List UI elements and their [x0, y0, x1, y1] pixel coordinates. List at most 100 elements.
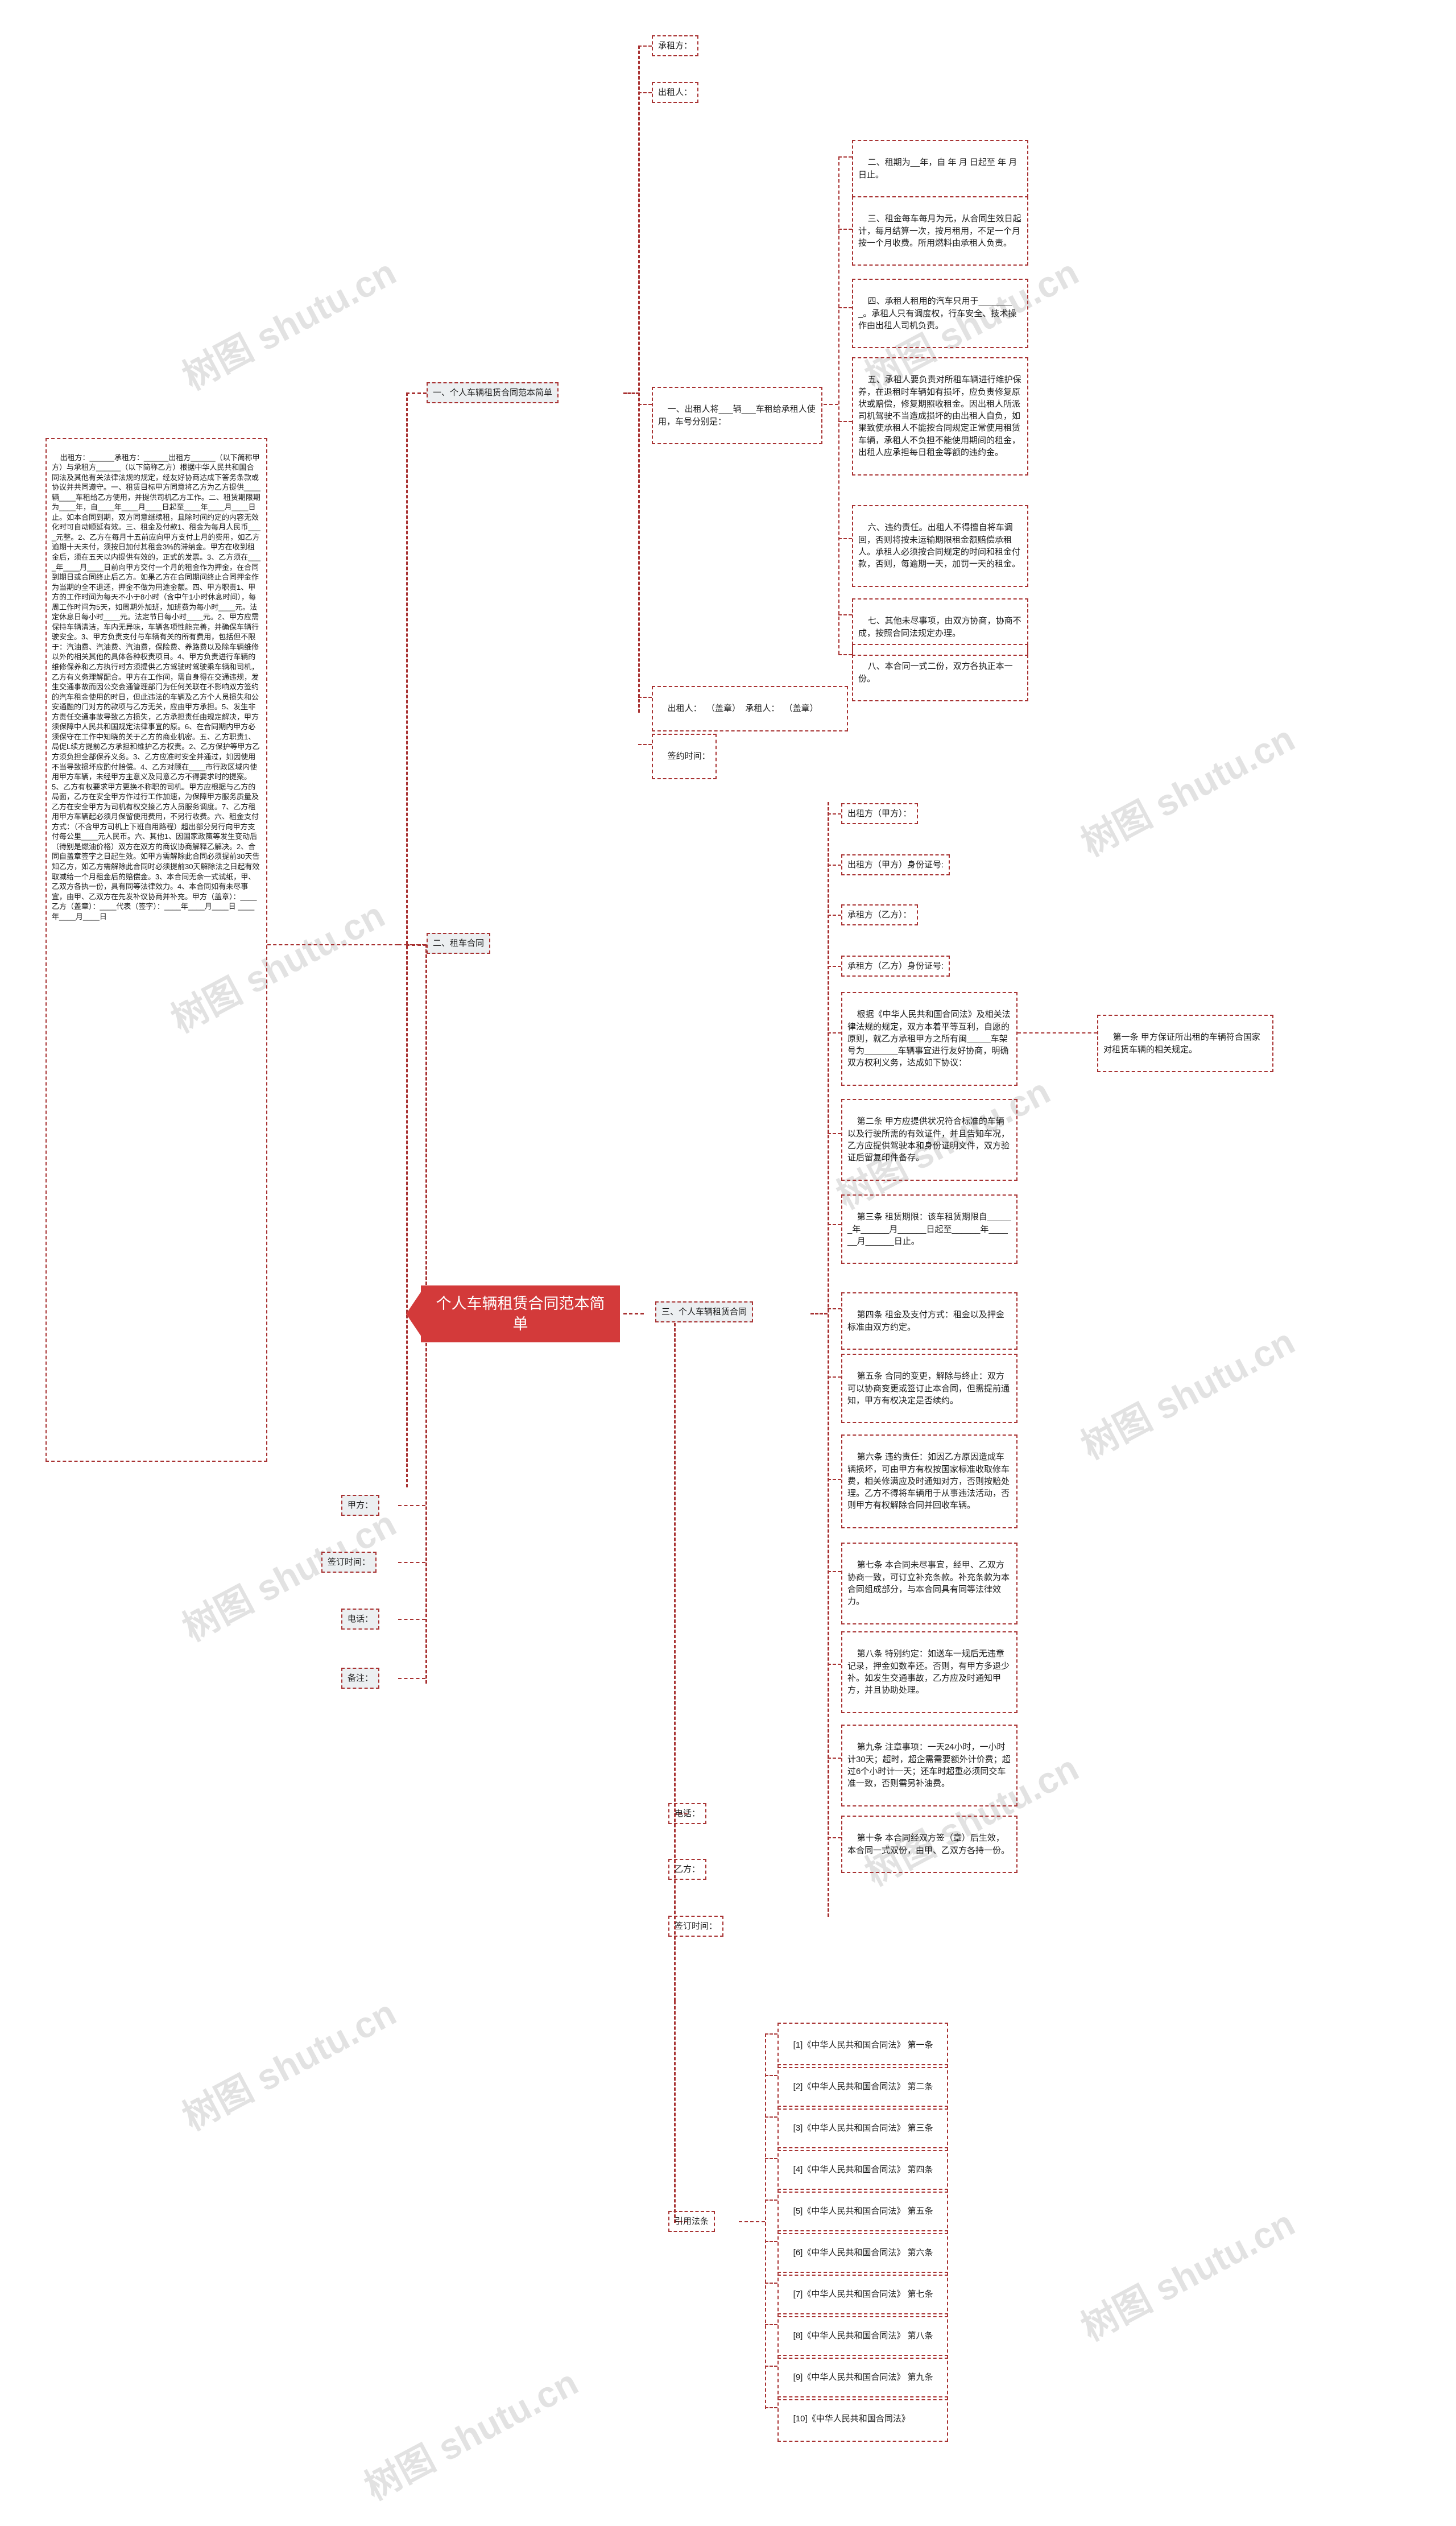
reference-item-1[interactable]: [2]《中华人民共和国合同法》 第二条 — [777, 2064, 948, 2110]
branch3-party-1[interactable]: 出租方（甲方）身份证号: — [841, 854, 950, 876]
branch1-child-0[interactable]: 一、出租人将___辆___车租给承租人使用，车号分别是： — [652, 387, 822, 445]
branch3-footer-0[interactable]: 电话： — [668, 1803, 707, 1825]
watermark: 树图 shutu.cn — [1074, 2202, 1301, 2349]
reference-item-9[interactable]: [10]《中华人民共和国合同法》 — [777, 2396, 948, 2442]
branch3-party-2[interactable]: 承租方（乙方）： — [841, 904, 918, 926]
branch1-lessor-node[interactable]: 出租人： — [652, 82, 699, 104]
branch2-node[interactable]: 二、租车合同 — [427, 933, 491, 954]
branch3-clause-7[interactable]: 第八条 特别约定：如送车一规后无违章记录，押金如数奉还。否则，有甲方多退少补。如… — [841, 1631, 1017, 1713]
branch1-right-item-5-label: 七、其他未尽事项，由双方协商，协商不成，按照合同法规定办理。 — [858, 616, 1021, 638]
branch2-body-node[interactable]: 出租方：______承租方：______出租方______（以下简称甲方）与承租… — [46, 438, 267, 1462]
branch1-right-item-0[interactable]: 二、租期为__年，自 年 月 日起至 年 月 日止。 — [852, 140, 1028, 198]
branch1-right-stub — [824, 404, 838, 405]
connector-b1r3 — [838, 421, 852, 422]
reference-item-8[interactable]: [9]《中华人民共和国合同法》 第九条 — [777, 2355, 948, 2400]
references-label: 引用法条 — [675, 2217, 709, 2226]
watermark: 树图 shutu.cn — [1074, 1320, 1301, 1467]
branch3-clause-6-label: 第七条 本合同未尽事宜，经甲、乙双方协商一致，可订立补充条款。补充条款为本合同组… — [847, 1560, 1010, 1607]
branch1-label: 一、个人车辆租赁合同范本简单 — [433, 388, 553, 398]
branch2-footer-1-label: 签订时间： — [328, 1557, 371, 1567]
branch3-clause-8-label: 第九条 注章事项：一天24小时，一小时计30天；超时，超企需需要额外计价费；超过… — [847, 1742, 1011, 1789]
branch3-clause-1[interactable]: 第二条 甲方应提供状况符合标准的车辆以及行驶所需的有效证件，并且告知车况，乙方应… — [841, 1099, 1017, 1181]
reference-item-3-label: [4]《中华人民共和国合同法》 第四条 — [793, 2165, 933, 2175]
reference-item-5-label: [6]《中华人民共和国合同法》 第六条 — [793, 2248, 933, 2258]
branch1-right-item-4[interactable]: 六、违约责任。出租人不得擅自将车调回，否则将按未运输期限租金额赔偿承租人。承租人… — [852, 505, 1028, 587]
connector-b1r2 — [838, 307, 852, 308]
reference-item-5[interactable]: [6]《中华人民共和国合同法》 第六条 — [777, 2230, 948, 2276]
branch3-party-3[interactable]: 承租方（乙方）身份证号: — [841, 956, 950, 977]
references-spine-stub — [739, 2221, 765, 2222]
reference-item-8-label: [9]《中华人民共和国合同法》 第九条 — [793, 2372, 933, 2383]
mindmap-canvas: 树图 shutu.cn 树图 shutu.cn 树图 shutu.cn 树图 s… — [0, 0, 1456, 2526]
branch3-footer-0-label: 电话： — [675, 1809, 701, 1818]
connector-b3p2 — [828, 915, 841, 916]
reference-item-7[interactable]: [8]《中华人民共和国合同法》 第八条 — [777, 2313, 948, 2359]
reference-item-1-label: [2]《中华人民共和国合同法》 第二条 — [793, 2082, 933, 2092]
branch3-clause-9[interactable]: 第十条 本合同经双方签（章）后生效，本合同一式双份，由甲、乙双方各持一份。 — [841, 1816, 1017, 1874]
references-node[interactable]: 引用法条 — [668, 2211, 715, 2233]
branch2-footer-0[interactable]: 甲方： — [341, 1495, 380, 1516]
connector-b3p0 — [828, 813, 841, 815]
branch3-clause-7-label: 第八条 特别约定：如送车一规后无违章记录，押金如数奉还。否则，有甲方多退少补。如… — [847, 1649, 1010, 1696]
reference-item-3[interactable]: [4]《中华人民共和国合同法》 第四条 — [777, 2147, 948, 2193]
connector-b3c0 — [828, 1032, 841, 1033]
reference-item-4[interactable]: [5]《中华人民共和国合同法》 第五条 — [777, 2189, 948, 2234]
branch3-footer-1-label: 乙方： — [675, 1864, 701, 1874]
reference-item-6[interactable]: [7]《中华人民共和国合同法》 第七条 — [777, 2272, 948, 2317]
branch3-node[interactable]: 三、个人车辆租赁合同 — [655, 1301, 754, 1323]
branch3-clause-3[interactable]: 第四条 租金及支付方式：租金以及押金标准由双方约定。 — [841, 1292, 1017, 1350]
branch3-footer-2[interactable]: 签订时间： — [668, 1916, 724, 1937]
branch3-article-one[interactable]: 第一条 甲方保证所出租的车辆符合国家对租赁车辆的相关规定。 — [1097, 1015, 1273, 1073]
branch3-clause-1-label: 第二条 甲方应提供状况符合标准的车辆以及行驶所需的有效证件，并且告知车况，乙方应… — [847, 1117, 1010, 1163]
references-spine — [765, 2033, 766, 2409]
branch1-tenant-label: 承租方： — [658, 41, 693, 51]
branch1-tenant-node[interactable]: 承租方： — [652, 35, 699, 57]
connector-ref2 — [765, 2116, 777, 2118]
branch1-child-2[interactable]: 签约时间： — [652, 734, 717, 779]
reference-item-0[interactable]: [1]《中华人民共和国合同法》 第一条 — [777, 2023, 948, 2068]
branch3-clause-0[interactable]: 根据《中华人民共和国合同法》及相关法律法规的规定，双方本着平等互利，自愿的原则，… — [841, 992, 1017, 1086]
watermark: 树图 shutu.cn — [176, 251, 403, 398]
connector-b1c0 — [638, 404, 652, 405]
branch1-node[interactable]: 一、个人车辆租赁合同范本简单 — [427, 382, 559, 404]
branch2-footer-2[interactable]: 电话： — [341, 1609, 380, 1630]
branch3-label: 三、个人车辆租赁合同 — [661, 1307, 747, 1317]
connector-ref5 — [765, 2241, 777, 2242]
branch3-clause-6[interactable]: 第七条 本合同未尽事宜，经甲、乙双方协商一致，可订立补充条款。补充条款为本合同组… — [841, 1543, 1017, 1624]
connector-b1r0 — [838, 156, 852, 158]
branch3-article-one-label: 第一条 甲方保证所出租的车辆符合国家对租赁车辆的相关规定。 — [1103, 1032, 1260, 1055]
reference-item-4-label: [5]《中华人民共和国合同法》 第五条 — [793, 2206, 933, 2217]
branch2-footer-1[interactable]: 签订时间： — [321, 1552, 377, 1573]
branch1-child-1[interactable]: 出租人： （盖章） 承租人： （盖章） — [652, 686, 848, 731]
connector-b3c4 — [828, 1376, 841, 1378]
connector-ref8 — [765, 2366, 777, 2367]
branch3-clause-5[interactable]: 第六条 违约责任：如因乙方原因造成车辆损坏，可由甲方有权按国家标准收取修车费，相… — [841, 1434, 1017, 1529]
connector-branch2-body-h — [267, 944, 398, 945]
reference-item-2-label: [3]《中华人民共和国合同法》 第三条 — [793, 2123, 933, 2134]
connector-b2f3 — [398, 1678, 425, 1679]
branch1-right-item-1[interactable]: 三、租金每车每月为元，从合同生效日起计，每月结算一次，按月租用，不足一个月按一个… — [852, 196, 1028, 266]
branch3-footer-1[interactable]: 乙方： — [668, 1859, 707, 1880]
branch1-spine — [638, 46, 640, 713]
branch3-party-0[interactable]: 出租方（甲方）： — [841, 803, 918, 825]
connector-ref9 — [765, 2407, 777, 2408]
branch1-right-item-3[interactable]: 五、承租人要负责对所租车辆进行维护保养，在退租时车辆如有损坏，应负责修复原状或赔… — [852, 357, 1028, 476]
branch2-footer-3[interactable]: 备注： — [341, 1668, 380, 1689]
connector-b2f1 — [398, 1562, 425, 1563]
connector-b3c8 — [828, 1758, 841, 1759]
central-topic[interactable]: 个人车辆租赁合同范本简单 — [406, 1285, 620, 1342]
branch3-clause-2[interactable]: 第三条 租赁期限：该车租赁期限自______年______月______日起至_… — [841, 1194, 1017, 1264]
branch3-clause-5-label: 第六条 违约责任：如因乙方原因造成车辆损坏，可由甲方有权按国家标准收取修车费，相… — [847, 1452, 1010, 1511]
branch1-right-item-2[interactable]: 四、承租人租用的汽车只用于________。承租人只有调度权，行车安全、技术操作… — [852, 279, 1028, 349]
branch3-clause-4[interactable]: 第五条 合同的变更，解除与终止：双方可以协商变更或签订止本合同，但需提前通知，甲… — [841, 1354, 1017, 1424]
branch1-right-item-1-label: 三、租金每车每月为元，从合同生效日起计，每月结算一次，按月租用，不足一个月按一个… — [858, 214, 1021, 248]
watermark: 树图 shutu.cn — [176, 1991, 403, 2139]
connector-b2f2 — [398, 1619, 425, 1620]
branch3-clause-4-label: 第五条 合同的变更，解除与终止：双方可以协商变更或签订止本合同，但需提前通知，甲… — [847, 1371, 1010, 1405]
reference-item-2[interactable]: [3]《中华人民共和国合同法》 第三条 — [777, 2106, 948, 2151]
branch1-right-item-6[interactable]: 八、本合同一式二份，双方各执正本一份。 — [852, 644, 1028, 702]
branch1-right-item-0-label: 二、租期为__年，自 年 月 日起至 年 月 日止。 — [858, 158, 1020, 180]
references-spine-up — [674, 2001, 676, 2223]
connector-b3c1 — [828, 1133, 841, 1134]
branch3-clause-8[interactable]: 第九条 注章事项：一天24小时，一小时计30天；超时，超企需需要额外计价费；超过… — [841, 1725, 1017, 1806]
